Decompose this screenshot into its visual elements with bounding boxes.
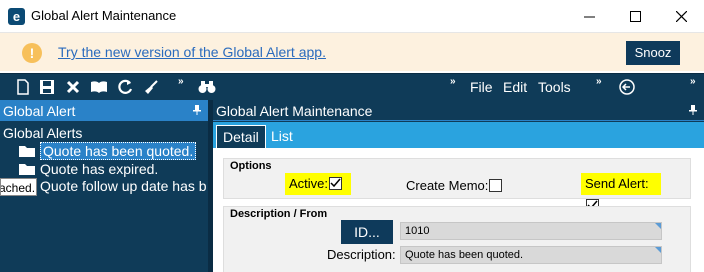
id-lookup-button[interactable]: ID... bbox=[341, 220, 393, 244]
window-title: Global Alert Maintenance bbox=[31, 8, 177, 23]
binoculars-icon[interactable] bbox=[198, 78, 216, 96]
tree-root[interactable]: Global Alerts bbox=[3, 125, 82, 141]
refresh-icon[interactable] bbox=[116, 78, 134, 96]
folder-icon bbox=[19, 146, 35, 157]
left-panel-header: Global Alert bbox=[0, 100, 208, 121]
book-icon[interactable] bbox=[90, 78, 108, 96]
toolbar-overflow-icon[interactable]: » bbox=[178, 77, 184, 87]
active-label: Active: bbox=[289, 176, 329, 191]
maximize-button[interactable] bbox=[612, 0, 658, 32]
create-memo-option: Create Memo: bbox=[406, 177, 503, 195]
toolbar-overflow-icon[interactable]: » bbox=[690, 77, 696, 87]
pin-icon[interactable] bbox=[192, 105, 202, 115]
options-section: Options Active: Create Memo: Send Alert: bbox=[223, 158, 691, 212]
field-corner-marker bbox=[655, 223, 661, 229]
save-icon[interactable] bbox=[38, 78, 56, 96]
left-panel-title: Global Alert bbox=[3, 103, 76, 119]
send-alert-option: Send Alert: bbox=[581, 173, 661, 212]
tooltip: ached. bbox=[0, 178, 37, 196]
field-corner-marker bbox=[655, 247, 661, 253]
menu-tools[interactable]: Tools bbox=[538, 79, 571, 95]
tab-bar: Detail List bbox=[213, 122, 704, 148]
tree-item[interactable]: Quote has been quoted. bbox=[18, 142, 197, 160]
description-section-title: Description / From bbox=[230, 208, 328, 220]
maximize-icon bbox=[629, 10, 641, 22]
tree-item-label: Quote has expired. bbox=[40, 161, 159, 177]
id-field[interactable]: 1010 bbox=[400, 222, 662, 240]
delete-icon[interactable] bbox=[64, 78, 82, 96]
tab-detail[interactable]: Detail bbox=[216, 125, 266, 148]
menu-file[interactable]: File bbox=[470, 79, 493, 95]
close-icon bbox=[675, 10, 687, 22]
main-toolbar: » » File Edit Tools » » bbox=[0, 73, 704, 100]
snooze-button[interactable]: Snooz bbox=[626, 41, 680, 65]
back-icon[interactable] bbox=[618, 78, 636, 96]
options-title: Options bbox=[230, 160, 272, 172]
description-label: Description: bbox=[327, 247, 396, 262]
send-alert-label: Send Alert: bbox=[585, 176, 649, 191]
tree-item-label: Quote has been quoted. bbox=[40, 142, 197, 160]
menu-overflow-icon[interactable]: » bbox=[596, 77, 602, 87]
tab-list[interactable]: List bbox=[265, 125, 299, 148]
create-memo-label: Create Memo: bbox=[406, 178, 489, 193]
tree-item-label: Quote follow up date has b bbox=[40, 178, 207, 194]
right-panel-title: Global Alert Maintenance bbox=[216, 103, 373, 119]
close-button[interactable] bbox=[658, 0, 704, 32]
tree-item[interactable]: Quote follow up date has b bbox=[18, 177, 207, 195]
app-icon: e bbox=[8, 8, 25, 25]
global-alert-maintenance-panel: Global Alert Maintenance Detail List Opt… bbox=[213, 100, 704, 272]
toolbar-overflow-icon[interactable]: » bbox=[450, 77, 456, 87]
active-option: Active: bbox=[285, 173, 351, 195]
detail-content: Options Active: Create Memo: Send Alert:… bbox=[213, 148, 704, 272]
menu-edit[interactable]: Edit bbox=[503, 79, 527, 95]
tree-item[interactable]: Quote has expired. bbox=[18, 160, 158, 178]
create-memo-checkbox[interactable] bbox=[489, 179, 503, 192]
description-field[interactable]: Quote has been quoted. bbox=[400, 246, 662, 264]
folder-icon bbox=[19, 164, 35, 175]
description-section: Description / From ID... 1010 Descriptio… bbox=[223, 206, 691, 272]
minimize-button[interactable] bbox=[566, 0, 612, 32]
pin-icon[interactable] bbox=[688, 105, 698, 115]
title-bar: e Global Alert Maintenance bbox=[0, 0, 704, 32]
minimize-icon bbox=[583, 16, 595, 17]
new-version-link[interactable]: Try the new version of the Global Alert … bbox=[58, 44, 326, 60]
new-icon[interactable] bbox=[14, 78, 32, 96]
description-value: Quote has been quoted. bbox=[405, 249, 524, 261]
clear-icon[interactable] bbox=[142, 78, 160, 96]
warning-icon: ! bbox=[22, 43, 42, 63]
new-version-banner: ! Try the new version of the Global Aler… bbox=[0, 32, 704, 71]
right-panel-header: Global Alert Maintenance bbox=[213, 100, 704, 121]
active-checkbox[interactable] bbox=[329, 177, 343, 190]
id-value: 1010 bbox=[405, 225, 430, 237]
